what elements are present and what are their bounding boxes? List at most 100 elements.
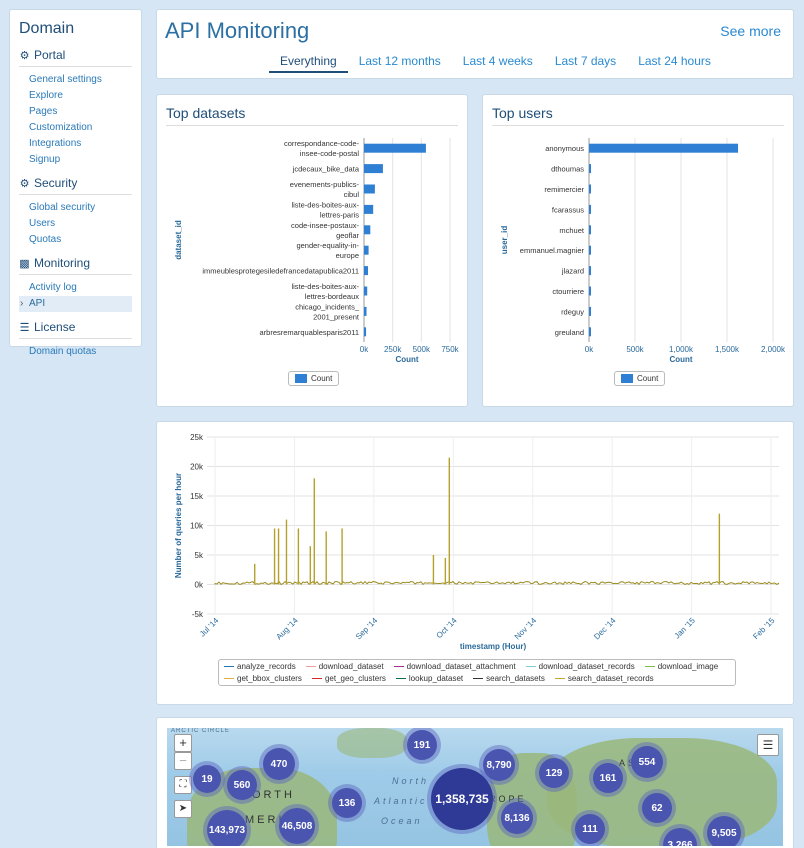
legend-swatch <box>554 677 565 679</box>
sidebar-item-signup[interactable]: Signup <box>19 152 132 168</box>
map-cluster[interactable]: 19 <box>193 765 221 793</box>
sidebar-item-domain-quotas[interactable]: Domain quotas <box>19 344 132 360</box>
map-cluster[interactable]: 161 <box>593 763 623 793</box>
category-label: rdeguy <box>561 307 584 316</box>
top-users-chart: 0k 500k 1,000k 1,500k 2,000k Count user_id anon… <box>500 138 786 364</box>
y-axis-label: user_id <box>500 226 509 255</box>
tab-last-4-weeks[interactable]: Last 4 weeks <box>452 54 544 73</box>
legend-item[interactable]: lookup_dataset <box>395 673 463 684</box>
bar <box>589 245 591 255</box>
tab-last-12-months[interactable]: Last 12 months <box>348 54 452 73</box>
page-header: API Monitoring See more Everything Last … <box>156 9 794 79</box>
datasets-legend[interactable]: Count <box>288 371 340 386</box>
category-label: remimercier <box>544 185 584 194</box>
cluster-map[interactable]: ARCTIC CIRCLE North Atlantic Ocean ORTH … <box>167 728 783 846</box>
map-cluster[interactable]: 62 <box>642 793 672 823</box>
sidebar-item-integrations[interactable]: Integrations <box>19 136 132 152</box>
map-cluster[interactable]: 560 <box>227 770 257 800</box>
y-tick-label: 5k <box>195 551 204 560</box>
sidebar-item-explore[interactable]: Explore <box>19 88 132 104</box>
section-monitoring: ▩ Monitoring <box>19 254 132 275</box>
legend-label: download_image <box>657 662 719 671</box>
category-label: anonymous <box>545 144 584 153</box>
legend-item[interactable]: download_image <box>644 661 719 672</box>
fullscreen-icon[interactable]: ⛶ <box>174 776 192 794</box>
bar <box>364 266 369 276</box>
tab-everything[interactable]: Everything <box>269 54 348 73</box>
legend-swatch <box>473 677 484 679</box>
map-cluster[interactable]: 46,508 <box>279 808 315 844</box>
sidebar-item-global-security[interactable]: Global security <box>19 200 132 216</box>
y-axis-label: dataset_id <box>174 220 183 260</box>
x-tick-label: Sep '14 <box>354 616 380 642</box>
x-tick-label: Jan '15 <box>673 616 698 641</box>
sidebar-item-quotas[interactable]: Quotas <box>19 232 132 248</box>
section-label: License <box>34 320 76 334</box>
x-tick-label: 500k <box>626 345 644 354</box>
sidebar-item-activity-log[interactable]: Activity log <box>19 280 132 296</box>
legend-item[interactable]: search_dataset_records <box>554 673 654 684</box>
map-cluster[interactable]: 8,790 <box>483 749 515 781</box>
see-more-link[interactable]: See more <box>720 23 781 39</box>
legend-item[interactable]: analyze_records <box>224 661 296 672</box>
x-tick-label: 750k <box>441 345 459 354</box>
x-axis-label: Count <box>395 355 418 364</box>
category-label: lettres-bordeaux <box>305 292 359 301</box>
gear-icon: ⚙ <box>19 177 30 190</box>
category-label: fcarassus <box>552 205 584 214</box>
sidebar-item-general-settings[interactable]: General settings <box>19 72 132 88</box>
map-cluster[interactable]: 143,973 <box>207 810 247 846</box>
map-label: ORTH <box>252 789 295 801</box>
sidebar-item-customization[interactable]: Customization <box>19 120 132 136</box>
bar <box>364 286 368 296</box>
users-legend[interactable]: Count <box>614 371 666 386</box>
legend-item[interactable]: search_datasets <box>473 673 545 684</box>
bar <box>589 306 591 316</box>
legend-item[interactable]: get_geo_clusters <box>311 673 386 684</box>
category-label: ctourriere <box>552 287 584 296</box>
x-axis-label: Count <box>669 355 692 364</box>
map-cluster[interactable]: 9,505 <box>707 816 741 846</box>
map-cluster[interactable]: 470 <box>263 748 295 780</box>
sidebar-item-users[interactable]: Users <box>19 216 132 232</box>
tab-last-7-days[interactable]: Last 7 days <box>544 54 627 73</box>
timeline-legend: analyze_records download_dataset download_… <box>218 659 736 686</box>
legend-item[interactable]: download_dataset_records <box>525 661 635 672</box>
legend-item[interactable]: get_bbox_clusters <box>224 673 302 684</box>
map-cluster[interactable]: 8,136 <box>501 802 533 834</box>
legend-label: get_geo_clusters <box>324 673 386 683</box>
category-label: code-insee-postaux- <box>291 221 359 230</box>
legend-item[interactable]: download_dataset <box>305 661 384 672</box>
map-cluster[interactable]: 1,358,735 <box>431 768 493 830</box>
category-label: liste-des-boites-aux- <box>291 200 359 209</box>
x-axis-label: timestamp (Hour) <box>460 642 527 651</box>
legend-label: get_bbox_clusters <box>237 673 302 683</box>
bar <box>364 327 367 337</box>
map-cluster[interactable]: 111 <box>575 814 605 844</box>
legend-swatch <box>525 666 536 667</box>
sidebar-item-pages[interactable]: Pages <box>19 104 132 120</box>
map-cluster[interactable]: 136 <box>332 788 362 818</box>
category-label: arbresremarquablesparis2011 <box>260 328 360 337</box>
bar <box>589 266 591 276</box>
bar <box>364 164 383 174</box>
top-users-title: Top users <box>492 105 784 126</box>
category-label: emmanuel.magnier <box>520 246 585 255</box>
tab-last-24-hours[interactable]: Last 24 hours <box>627 54 722 73</box>
map-cluster[interactable]: 191 <box>407 730 437 760</box>
map-cluster[interactable]: 129 <box>539 758 569 788</box>
map-cluster[interactable]: 554 <box>631 746 663 778</box>
bar <box>364 225 371 235</box>
section-label: Portal <box>34 48 66 62</box>
locate-icon[interactable]: ➤ <box>174 800 192 818</box>
page-title: API Monitoring <box>165 18 310 43</box>
zoom-out-button[interactable]: − <box>174 752 192 770</box>
y-tick-label: 0k <box>195 581 204 590</box>
zoom-in-button[interactable]: + <box>174 734 192 752</box>
x-tick-label: Aug '14 <box>274 616 300 642</box>
legend-label: analyze_records <box>237 662 296 671</box>
layers-icon[interactable]: ☰ <box>757 734 779 756</box>
sidebar-item-api[interactable]: API <box>19 296 132 312</box>
legend-item[interactable]: download_dataset_attachment <box>393 661 516 672</box>
category-label: mchuet <box>559 226 585 235</box>
